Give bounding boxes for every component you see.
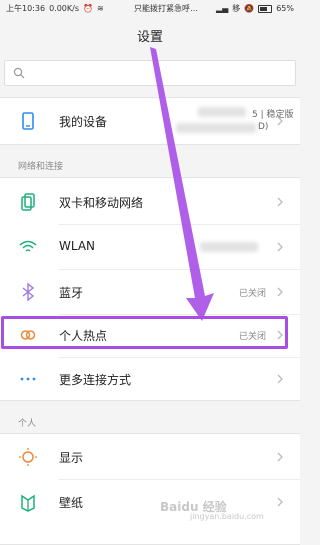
mute-icon: 🔕 bbox=[244, 4, 255, 13]
network-section-header: 网络和连接 bbox=[18, 162, 64, 172]
status-bar: 上午10:36 0.00K/s ⏰ ≋ 只能拨打紧急呼… ▂▄ 移 🔕 65% bbox=[0, 0, 300, 16]
display-label: 显示 bbox=[59, 451, 84, 465]
chevron-right-icon bbox=[277, 452, 283, 462]
chevron-right-icon bbox=[277, 116, 283, 126]
chevron-right-icon bbox=[277, 242, 283, 252]
display-row[interactable]: 显示 bbox=[0, 435, 300, 479]
status-center-text: 只能拨打紧急呼… bbox=[134, 4, 198, 13]
more-connections-row[interactable]: 更多连接方式 bbox=[0, 357, 300, 401]
more-connections-label: 更多连接方式 bbox=[59, 373, 132, 387]
blurred-version bbox=[198, 107, 246, 117]
personal-group: 显示 壁纸 bbox=[0, 433, 300, 545]
bluetooth-status: 已关闭 bbox=[238, 289, 266, 299]
wallpaper-icon bbox=[21, 494, 35, 512]
wifi-icon bbox=[19, 240, 37, 252]
search-input[interactable] bbox=[4, 60, 296, 86]
my-device-label: 我的设备 bbox=[59, 115, 108, 129]
device-group: 我的设备 5 | 稳定版 D) bbox=[0, 97, 300, 145]
phone-icon bbox=[22, 112, 34, 130]
chevron-right-icon bbox=[277, 197, 283, 207]
chevron-right-icon bbox=[277, 374, 283, 384]
page-title: 设置 bbox=[136, 30, 163, 45]
baidu-watermark: Baidu 经验 jingyan.baidu.com bbox=[160, 498, 264, 521]
more-dots-icon bbox=[20, 377, 36, 381]
blurred-model bbox=[176, 123, 256, 133]
wifi-status-icon: ≋ bbox=[96, 4, 104, 13]
watermark-sub: jingyan.baidu.com bbox=[190, 512, 264, 521]
device-version-bottom: D) bbox=[258, 122, 269, 132]
wlan-label: WLAN bbox=[59, 239, 96, 253]
dual-sim-label: 双卡和移动网络 bbox=[59, 196, 144, 210]
blurred-wifi-name bbox=[200, 242, 258, 252]
wlan-row[interactable]: WLAN bbox=[0, 225, 300, 269]
status-time: 上午10:36 bbox=[6, 4, 46, 13]
search-icon bbox=[13, 67, 25, 79]
device-version-top: 5 | 稳定版 bbox=[252, 110, 294, 120]
chevron-right-icon bbox=[277, 287, 283, 297]
personal-section-header: 个人 bbox=[18, 419, 37, 429]
status-carrier: 移 bbox=[232, 4, 241, 13]
bluetooth-icon bbox=[22, 282, 35, 302]
chevron-right-icon bbox=[277, 497, 283, 507]
bluetooth-row[interactable]: 蓝牙 已关闭 bbox=[0, 270, 300, 314]
bluetooth-label: 蓝牙 bbox=[59, 286, 84, 300]
status-speed: 0.00K/s bbox=[49, 4, 79, 13]
annotation-highlight-box bbox=[1, 316, 288, 349]
battery-icon bbox=[258, 4, 273, 13]
wallpaper-label: 壁纸 bbox=[59, 496, 84, 510]
dual-sim-row[interactable]: 双卡和移动网络 bbox=[0, 180, 300, 224]
alarm-icon: ⏰ bbox=[82, 4, 93, 13]
sim-card-icon bbox=[21, 193, 35, 211]
status-battery: 65% bbox=[276, 4, 294, 13]
network-group: 双卡和移动网络 WLAN 蓝牙 已关闭 个人热点 已关闭 更多连接方式 bbox=[0, 177, 300, 401]
my-device-row[interactable]: 我的设备 5 | 稳定版 D) bbox=[0, 99, 300, 143]
brightness-icon bbox=[19, 448, 37, 466]
signal-icon: ▂▄ bbox=[215, 4, 229, 13]
